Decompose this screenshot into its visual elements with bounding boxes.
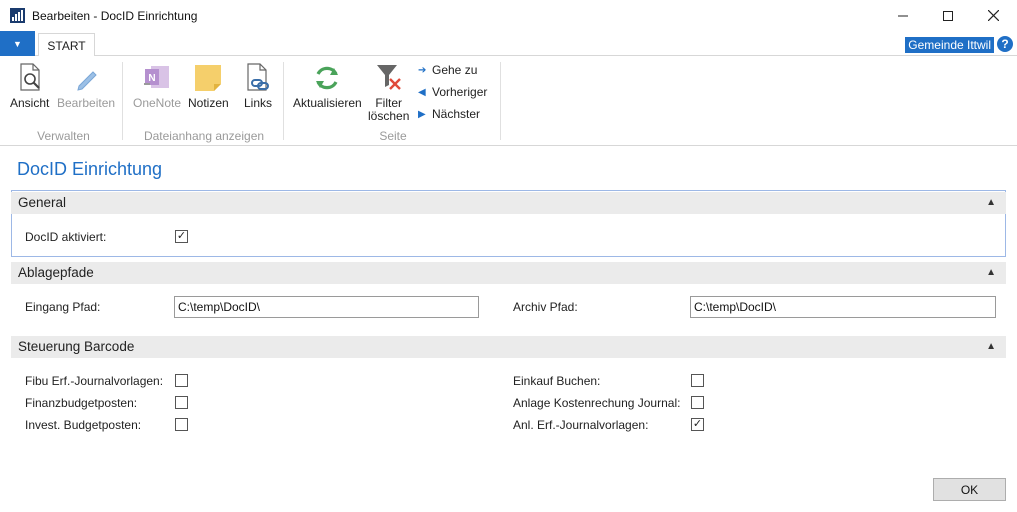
tab-start[interactable]: START	[38, 33, 95, 57]
section-title-general: General	[18, 195, 67, 210]
ribbon-separator	[500, 62, 501, 140]
ribbon-separator	[122, 62, 123, 140]
group-label-verwalten: Verwalten	[37, 129, 90, 143]
archiv-pfad-input[interactable]: C:\temp\DocID\	[690, 296, 996, 318]
links-button[interactable]: Links	[241, 61, 275, 110]
ribbon-separator	[283, 62, 284, 140]
filter-label-line2: löschen	[368, 109, 410, 123]
aktualisieren-button[interactable]: Aktualisieren	[293, 61, 362, 110]
arrow-right-icon: ➔	[418, 64, 427, 76]
refresh-icon	[316, 66, 339, 90]
triangle-left-icon: ◀	[418, 86, 426, 98]
application-menu-button[interactable]: ▼	[0, 31, 35, 56]
section-header-ablagepfade[interactable]: Ablagepfade ▲	[11, 262, 1006, 284]
anlage-kostenrechung-journal-checkbox[interactable]	[691, 396, 704, 409]
einkauf-buchen-label: Einkauf Buchen:	[513, 374, 601, 388]
eingang-pfad-input[interactable]: C:\temp\DocID\	[174, 296, 479, 318]
ribbon: Ansicht Bearbeiten Verwalten N OneNote N…	[0, 56, 1017, 146]
close-icon	[987, 10, 999, 21]
onenote-label: OneNote	[133, 96, 182, 110]
docid-aktiviert-label: DocID aktiviert:	[25, 230, 107, 244]
ribbon-tab-bar: ▼ START Gemeinde Ittwil ?	[0, 31, 1017, 57]
group-label-seite: Seite	[379, 129, 407, 143]
archiv-pfad-label: Archiv Pfad:	[513, 300, 578, 314]
filter-clear-icon	[376, 65, 401, 90]
fibu-journalvorlagen-checkbox[interactable]	[175, 374, 188, 387]
checkmark-icon: ✓	[692, 418, 703, 430]
anlage-kostenrechung-journal-label: Anlage Kostenrechung Journal:	[513, 396, 681, 410]
eingang-pfad-label: Eingang Pfad:	[25, 300, 101, 314]
minimize-button[interactable]	[880, 0, 926, 31]
naechster-label: Nächster	[432, 107, 481, 121]
anl-journalvorlagen-label: Anl. Erf.-Journalvorlagen:	[513, 418, 649, 432]
note-icon	[195, 65, 222, 91]
ansicht-label: Ansicht	[10, 96, 50, 110]
help-icon[interactable]: ?	[997, 36, 1013, 52]
collapse-icon[interactable]: ▲	[986, 262, 996, 284]
finanzbudgetposten-checkbox[interactable]	[175, 396, 188, 409]
maximize-button[interactable]	[925, 0, 971, 31]
notizen-label: Notizen	[188, 96, 229, 110]
gehe-zu-button[interactable]: ➔ Gehe zu	[418, 63, 477, 77]
pencil-icon	[77, 71, 97, 91]
links-label: Links	[243, 96, 272, 110]
triangle-right-icon: ▶	[418, 108, 426, 120]
aktualisieren-label: Aktualisieren	[293, 96, 362, 110]
company-badge[interactable]: Gemeinde Ittwil	[905, 37, 994, 53]
naechster-button[interactable]: ▶ Nächster	[418, 107, 480, 121]
invest-budgetposten-label: Invest. Budgetposten:	[25, 418, 142, 432]
ok-button[interactable]: OK	[933, 478, 1006, 501]
bearbeiten-label: Bearbeiten	[57, 96, 116, 110]
anl-journalvorlagen-checkbox[interactable]: ✓	[691, 418, 704, 431]
section-title-ablagepfade: Ablagepfade	[18, 265, 94, 280]
filter-loeschen-button[interactable]: Filter löschen	[368, 61, 409, 123]
docid-aktiviert-checkbox[interactable]: ✓	[175, 230, 188, 243]
einkauf-buchen-checkbox[interactable]	[691, 374, 704, 387]
view-icon	[20, 63, 40, 91]
bearbeiten-button[interactable]: Bearbeiten	[57, 61, 115, 110]
notizen-button[interactable]: Notizen	[188, 61, 229, 110]
collapse-icon[interactable]: ▲	[986, 192, 996, 214]
window-title: Bearbeiten - DocID Einrichtung	[32, 9, 198, 23]
link-icon	[247, 63, 269, 91]
finanzbudgetposten-label: Finanzbudgetposten:	[25, 396, 138, 410]
section-title-steuerung-barcode: Steuerung Barcode	[18, 339, 135, 354]
onenote-icon: N	[144, 66, 170, 88]
close-button[interactable]	[970, 0, 1016, 31]
ansicht-button[interactable]: Ansicht	[10, 61, 49, 110]
onenote-button[interactable]: N OneNote	[133, 61, 181, 110]
gehe-zu-label: Gehe zu	[432, 63, 478, 77]
minimize-icon	[898, 15, 908, 16]
invest-budgetposten-checkbox[interactable]	[175, 418, 188, 431]
chevron-down-icon: ▼	[13, 38, 22, 49]
maximize-icon	[943, 10, 953, 21]
fibu-journalvorlagen-label: Fibu Erf.-Journalvorlagen:	[25, 374, 164, 388]
svg-text:N: N	[148, 73, 155, 84]
collapse-icon[interactable]: ▲	[986, 336, 996, 358]
vorheriger-label: Vorheriger	[432, 85, 488, 99]
vorheriger-button[interactable]: ◀ Vorheriger	[418, 85, 487, 99]
page-title: DocID Einrichtung	[17, 159, 163, 179]
checkmark-icon: ✓	[176, 230, 187, 242]
title-bar: Bearbeiten - DocID Einrichtung	[0, 0, 1017, 31]
group-label-dateianhang: Dateianhang anzeigen	[143, 129, 265, 143]
app-icon	[10, 8, 25, 23]
section-header-general[interactable]: General ▲	[11, 192, 1006, 214]
section-header-steuerung-barcode[interactable]: Steuerung Barcode ▲	[11, 336, 1006, 358]
